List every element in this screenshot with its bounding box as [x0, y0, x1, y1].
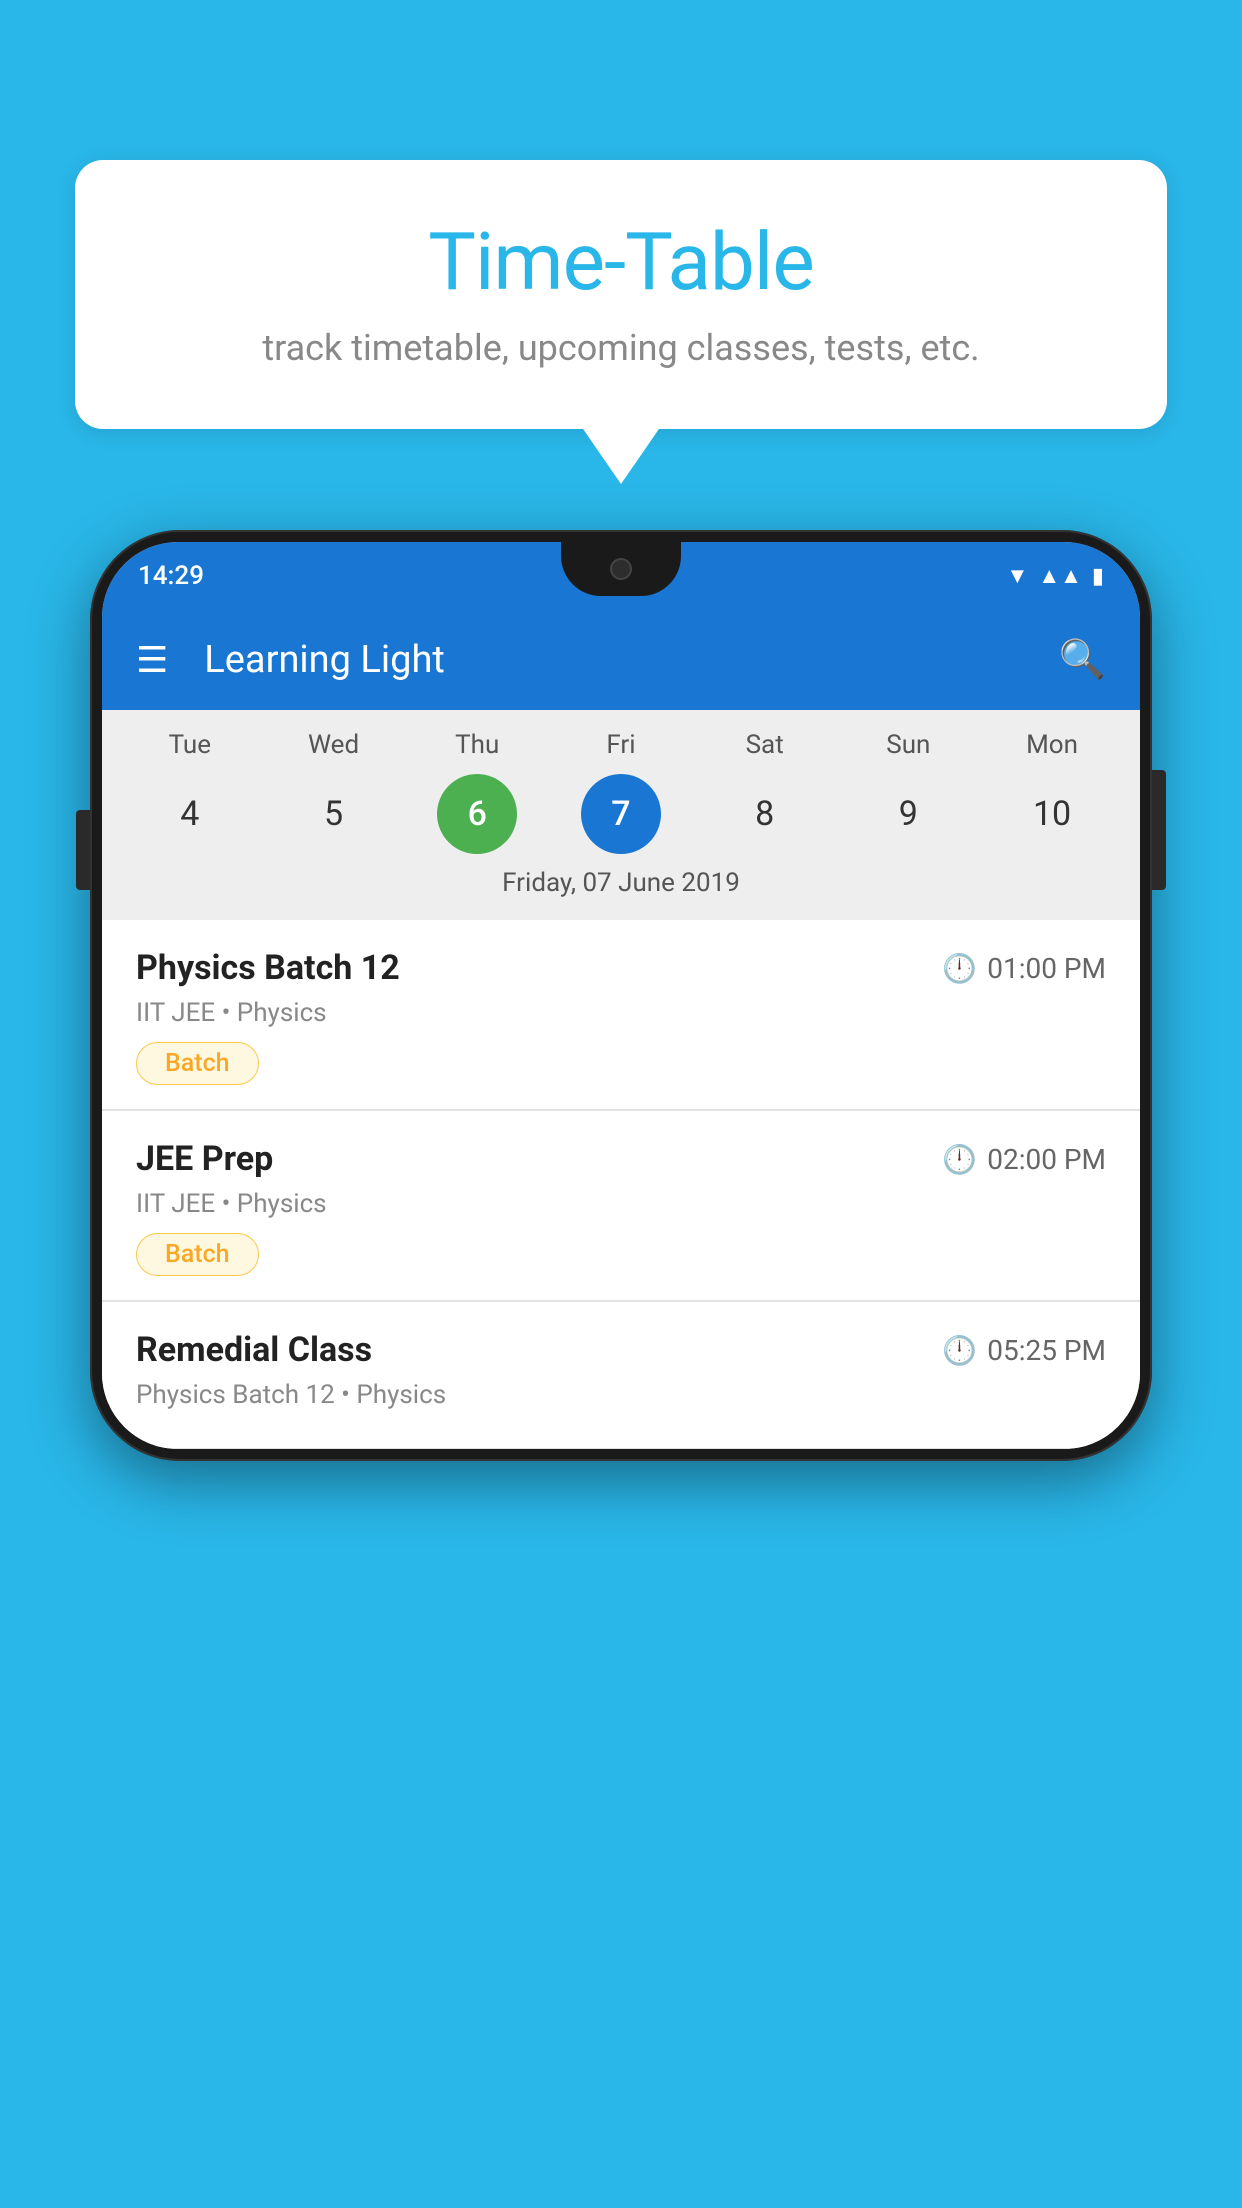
day-5[interactable]: 5 [294, 774, 374, 854]
day-header-fri: Fri [581, 730, 661, 760]
day-9[interactable]: 9 [868, 774, 948, 854]
hamburger-icon[interactable]: ☰ [136, 642, 168, 678]
schedule-item-1-title: Physics Batch 12 [136, 948, 400, 988]
schedule-item-1-time: 🕛 01:00 PM [942, 952, 1106, 985]
selected-date: Friday, 07 June 2019 [102, 854, 1140, 904]
schedule-item-3-subtitle: Physics Batch 12 • Physics [136, 1380, 1106, 1410]
clock-icon-3: 🕛 [942, 1334, 977, 1367]
battery-icon: ▮ [1092, 564, 1104, 589]
schedule-item-2-time: 🕛 02:00 PM [942, 1143, 1106, 1176]
status-bar: 14:29 ▼ ▲▲ ▮ [102, 542, 1140, 610]
day-4[interactable]: 4 [150, 774, 230, 854]
phone-wrapper: 14:29 ▼ ▲▲ ▮ ☰ Learning Light 🔍 Tue [90, 530, 1152, 1461]
day-header-thu: Thu [437, 730, 517, 760]
bubble-subtitle: track timetable, upcoming classes, tests… [135, 327, 1107, 369]
phone-frame: 14:29 ▼ ▲▲ ▮ ☰ Learning Light 🔍 Tue [90, 530, 1152, 1461]
day-numbers: 4 5 6 7 8 9 10 [102, 774, 1140, 854]
bubble-title: Time-Table [135, 215, 1107, 309]
speech-bubble: Time-Table track timetable, upcoming cla… [75, 160, 1167, 429]
day-7-selected[interactable]: 7 [581, 774, 661, 854]
schedule-item-1[interactable]: Physics Batch 12 🕛 01:00 PM IIT JEE • Ph… [102, 920, 1140, 1110]
status-time: 14:29 [138, 561, 204, 591]
day-8[interactable]: 8 [725, 774, 805, 854]
schedule-item-2-subtitle: IIT JEE • Physics [136, 1189, 1106, 1219]
batch-badge-1: Batch [136, 1042, 259, 1085]
schedule-item-2[interactable]: JEE Prep 🕛 02:00 PM IIT JEE • Physics Ba… [102, 1110, 1140, 1301]
schedule-item-3-header: Remedial Class 🕛 05:25 PM [136, 1330, 1106, 1370]
signal-icon: ▲▲ [1038, 563, 1082, 589]
schedule-item-2-title: JEE Prep [136, 1139, 273, 1179]
phone-screen: 14:29 ▼ ▲▲ ▮ ☰ Learning Light 🔍 Tue [102, 542, 1140, 1449]
schedule-item-1-subtitle: IIT JEE • Physics [136, 998, 1106, 1028]
day-10[interactable]: 10 [1012, 774, 1092, 854]
schedule-item-3[interactable]: Remedial Class 🕛 05:25 PM Physics Batch … [102, 1301, 1140, 1449]
day-headers: Tue Wed Thu Fri Sat Sun Mon [102, 730, 1140, 760]
day-header-tue: Tue [150, 730, 230, 760]
day-6-today[interactable]: 6 [437, 774, 517, 854]
schedule-item-3-time: 🕛 05:25 PM [942, 1334, 1106, 1367]
schedule-item-2-header: JEE Prep 🕛 02:00 PM [136, 1139, 1106, 1179]
schedule-item-1-header: Physics Batch 12 🕛 01:00 PM [136, 948, 1106, 988]
schedule-item-3-title: Remedial Class [136, 1330, 372, 1370]
batch-badge-2: Batch [136, 1233, 259, 1276]
app-bar-title: Learning Light [204, 638, 1022, 682]
day-header-sat: Sat [725, 730, 805, 760]
calendar-strip: Tue Wed Thu Fri Sat Sun Mon 4 5 6 7 8 9 … [102, 710, 1140, 920]
clock-icon-1: 🕛 [942, 952, 977, 985]
clock-icon-2: 🕛 [942, 1143, 977, 1176]
search-icon[interactable]: 🔍 [1059, 638, 1106, 682]
day-header-wed: Wed [294, 730, 374, 760]
app-bar: ☰ Learning Light 🔍 [102, 610, 1140, 710]
wifi-icon: ▼ [1007, 563, 1029, 589]
schedule-list: Physics Batch 12 🕛 01:00 PM IIT JEE • Ph… [102, 920, 1140, 1449]
speech-bubble-container: Time-Table track timetable, upcoming cla… [75, 160, 1167, 429]
status-icons: ▼ ▲▲ ▮ [1007, 563, 1104, 589]
day-header-sun: Sun [868, 730, 948, 760]
day-header-mon: Mon [1012, 730, 1092, 760]
notch-cutout [561, 542, 681, 596]
camera-icon [610, 558, 632, 580]
